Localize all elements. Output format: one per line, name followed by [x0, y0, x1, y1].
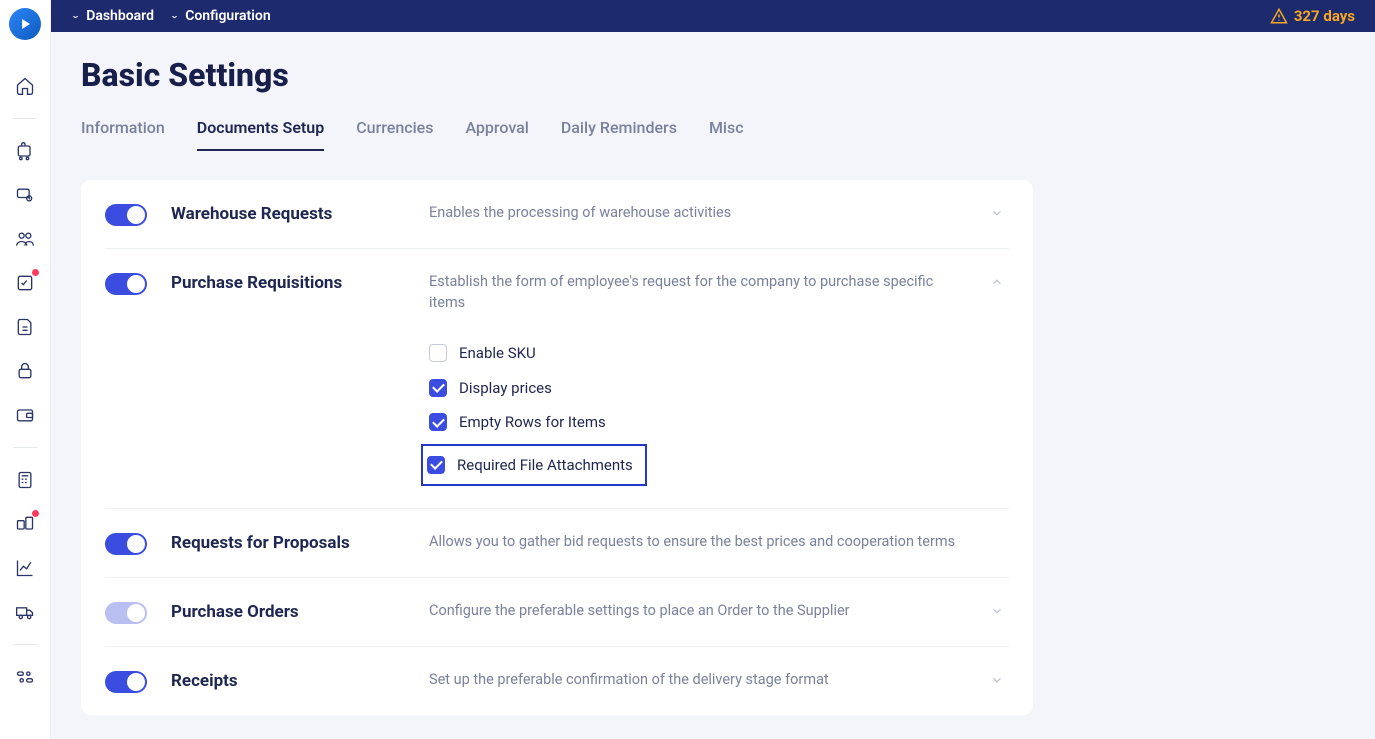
section-rfp: Requests for Proposals Allows you to gat…	[105, 509, 1009, 578]
breadcrumb-item[interactable]: Configuration	[185, 8, 270, 24]
cart-icon	[15, 141, 35, 161]
nav-separator	[13, 118, 37, 119]
chevron-up-icon	[990, 275, 1004, 289]
section-desc: Establish the form of employee's request…	[429, 271, 961, 315]
sidebar-item-chart[interactable]	[9, 552, 41, 584]
section-name: Purchase Orders	[171, 600, 429, 622]
checkbox-empty-rows[interactable]: Empty Rows for Items	[429, 405, 961, 440]
sidebar-item-lock[interactable]	[9, 355, 41, 387]
tab-daily-reminders[interactable]: Daily Reminders	[561, 118, 677, 151]
collapse-button[interactable]	[985, 600, 1009, 618]
section-purchase-orders: Purchase Orders Configure the preferable…	[105, 578, 1009, 647]
section-purchase-requisitions: Purchase Requisitions Establish the form…	[105, 249, 1009, 510]
breadcrumb: ⌄ Dashboard ⌄ Configuration	[71, 8, 271, 24]
toggle-purchase-orders[interactable]	[105, 602, 147, 624]
sidebar-item-users[interactable]	[9, 223, 41, 255]
checkbox-label: Required File Attachments	[457, 454, 633, 477]
calculator-icon	[15, 470, 35, 490]
checkbox-enable-sku[interactable]: Enable SKU	[429, 336, 961, 371]
tag-icon	[15, 185, 35, 205]
chevron-down-icon	[990, 604, 1004, 618]
truck-icon	[15, 602, 35, 622]
settings-card: Warehouse Requests Enables the processin…	[81, 180, 1033, 716]
chevron-down-icon	[990, 206, 1004, 220]
sidebar-item-document[interactable]	[9, 311, 41, 343]
tab-information[interactable]: Information	[81, 118, 165, 151]
sidebar-item-calculator[interactable]	[9, 464, 41, 496]
section-name: Receipts	[171, 669, 429, 691]
checkbox-display-prices[interactable]: Display prices	[429, 371, 961, 406]
checkbox-icon	[429, 413, 447, 431]
checkbox-label: Empty Rows for Items	[459, 411, 606, 434]
checkbox-label: Display prices	[459, 377, 552, 400]
section-name: Requests for Proposals	[171, 531, 429, 553]
sidebar-item-cart[interactable]	[9, 135, 41, 167]
app-logo-icon[interactable]	[9, 8, 41, 40]
sidebar	[0, 0, 51, 739]
collapse-button[interactable]	[985, 271, 1009, 289]
tab-misc[interactable]: Misc	[709, 118, 744, 151]
chart-icon	[15, 558, 35, 578]
nav-separator	[13, 644, 37, 645]
content-area: Basic Settings Information Documents Set…	[51, 32, 1375, 739]
wallet-icon	[15, 405, 35, 425]
top-bar: ⌄ Dashboard ⌄ Configuration 327 days	[51, 0, 1375, 32]
sidebar-item-checklist[interactable]	[9, 267, 41, 299]
home-icon	[15, 76, 35, 96]
toggle-rfp[interactable]	[105, 533, 147, 555]
checkbox-required-attachments[interactable]: Required File Attachments	[427, 452, 633, 479]
toggle-purchase-requisitions[interactable]	[105, 273, 147, 295]
checkbox-icon	[427, 456, 445, 474]
section-name: Purchase Requisitions	[171, 271, 429, 293]
inventory-icon	[15, 514, 35, 534]
sidebar-item-tag[interactable]	[9, 179, 41, 211]
tab-approval[interactable]: Approval	[465, 118, 528, 151]
days-warning[interactable]: 327 days	[1270, 7, 1355, 25]
checkbox-list: Enable SKU Display prices Empty Rows for…	[429, 336, 961, 486]
chevron-down-icon[interactable]: ⌄	[170, 11, 179, 20]
section-desc: Enables the processing of warehouse acti…	[429, 202, 985, 224]
nav-separator	[13, 447, 37, 448]
main-area: ⌄ Dashboard ⌄ Configuration 327 days Bas…	[51, 0, 1375, 739]
section-warehouse-requests: Warehouse Requests Enables the processin…	[105, 180, 1009, 249]
tabs-bar: Information Documents Setup Currencies A…	[81, 118, 1345, 152]
tab-currencies[interactable]: Currencies	[356, 118, 433, 151]
sidebar-item-shipping[interactable]	[9, 596, 41, 628]
checkbox-label: Enable SKU	[459, 342, 536, 365]
page-title: Basic Settings	[81, 56, 1345, 94]
chevron-down-icon	[990, 673, 1004, 687]
users-icon	[15, 229, 35, 249]
section-name: Warehouse Requests	[171, 202, 429, 224]
sidebar-item-settings[interactable]	[9, 661, 41, 693]
checkbox-icon	[429, 379, 447, 397]
toggle-receipts[interactable]	[105, 671, 147, 693]
section-receipts: Receipts Set up the preferable confirmat…	[105, 647, 1009, 715]
checkbox-icon	[429, 344, 447, 362]
days-text: 327 days	[1294, 7, 1355, 25]
toggle-warehouse-requests[interactable]	[105, 204, 147, 226]
checklist-icon	[15, 273, 35, 293]
lock-icon	[15, 361, 35, 381]
chevron-down-icon[interactable]: ⌄	[71, 11, 80, 20]
highlighted-option: Required File Attachments	[421, 440, 961, 487]
settings-icon	[15, 667, 35, 687]
section-desc: Allows you to gather bid requests to ens…	[429, 531, 985, 553]
sidebar-item-home[interactable]	[9, 70, 41, 102]
collapse-button[interactable]	[985, 202, 1009, 220]
section-desc: Configure the preferable settings to pla…	[429, 600, 985, 622]
document-icon	[15, 317, 35, 337]
section-desc: Set up the preferable confirmation of th…	[429, 669, 985, 691]
tab-documents-setup[interactable]: Documents Setup	[197, 118, 324, 151]
collapse-button[interactable]	[985, 669, 1009, 687]
sidebar-item-inventory[interactable]	[9, 508, 41, 540]
sidebar-item-wallet[interactable]	[9, 399, 41, 431]
warning-icon	[1270, 7, 1288, 25]
breadcrumb-item[interactable]: Dashboard	[86, 8, 154, 24]
